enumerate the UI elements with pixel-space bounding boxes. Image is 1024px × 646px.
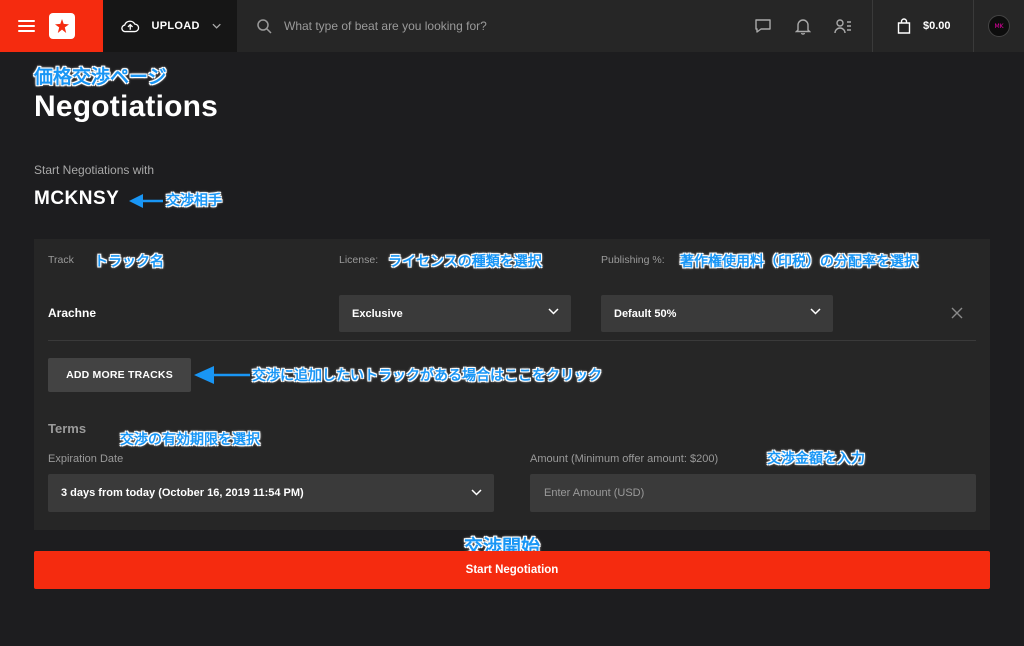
shopping-bag-icon [897,18,911,34]
annotation-arrow-icon [129,194,163,208]
chevron-down-icon [471,489,482,496]
chat-icon[interactable] [754,17,772,35]
annotation-amount: 交渉金額を入力 [767,451,865,467]
divider [48,340,976,341]
cloud-upload-icon [121,20,140,33]
search-placeholder[interactable]: What type of beat are you looking for? [284,19,487,33]
expiration-label: Expiration Date [48,453,124,465]
publishing-column-label: Publishing %: [601,254,665,266]
upload-button[interactable]: UPLOAD [103,0,237,52]
search-bar[interactable]: What type of beat are you looking for? [237,0,754,52]
track-name: Arachne [48,306,97,320]
partner-name: MCKNSY [34,188,120,209]
terms-heading: Terms [48,421,87,436]
start-negotiation-button[interactable]: Start Negotiation [34,551,990,589]
account-menu[interactable]: MK [974,0,1024,52]
chevron-down-icon [810,308,821,315]
amount-label: Amount (Minimum offer amount: $200) [530,453,719,465]
annotation-page: 価格交渉ページ [34,66,167,88]
publishing-select[interactable]: Default 50% [601,295,833,332]
negotiation-subtitle: Start Negotiations with [34,163,155,177]
cart-button[interactable]: $0.00 [872,0,974,52]
chevron-down-icon[interactable] [212,23,221,29]
annotation-add-tracks: 交渉に追加したいトラックがある場合はここをクリック [252,368,602,384]
license-value: Exclusive [352,307,403,320]
header-icons [754,0,872,52]
annotation-partner: 交渉相手 [166,193,222,209]
chevron-down-icon [548,308,559,315]
annotation-publishing: 著作権使用料（印税）の分配率を選択 [680,254,918,270]
publishing-value: Default 50% [614,307,677,320]
bell-icon[interactable] [794,17,812,35]
cart-total: $0.00 [923,20,951,32]
track-column-label: Track [48,254,74,266]
search-icon [257,18,272,34]
expiration-value: 3 days from today (October 16, 2019 11:5… [61,487,304,499]
annotation-expiration: 交渉の有効期限を選択 [120,432,260,448]
annotation-track: トラック名 [94,254,164,270]
annotation-arrow-icon [194,366,250,384]
amount-input[interactable] [530,474,976,512]
license-column-label: License: [339,254,379,266]
upload-label: UPLOAD [151,20,200,32]
menu-icon[interactable] [18,20,35,32]
top-navigation-bar: UPLOAD What type of beat are you looking… [0,0,1024,52]
user-list-icon[interactable] [834,17,852,35]
beatstars-logo[interactable] [49,13,75,39]
license-select[interactable]: Exclusive [339,295,571,332]
expiration-select[interactable]: 3 days from today (October 16, 2019 11:5… [48,474,494,512]
logo-area [0,0,103,52]
remove-track-icon[interactable] [950,306,964,320]
avatar[interactable]: MK [988,15,1010,37]
page-title: Negotiations [34,90,219,123]
annotation-license: ライセンスの種類を選択 [388,254,542,270]
add-more-tracks-button[interactable]: ADD MORE TRACKS [48,358,191,392]
